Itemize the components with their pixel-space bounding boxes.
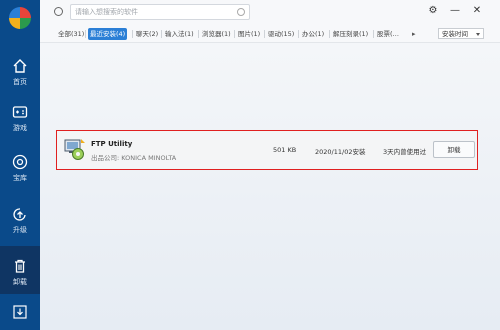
minimize-icon[interactable]: — bbox=[449, 5, 461, 17]
sidebar-item-treasure[interactable]: 宝库 bbox=[0, 146, 40, 190]
download-manager-button[interactable] bbox=[0, 296, 40, 330]
sidebar-item-home[interactable]: 首页 bbox=[0, 50, 40, 94]
title-bar: ⚙ — ✕ bbox=[40, 0, 500, 26]
sort-selected-value: 安装时间 bbox=[442, 30, 468, 38]
gear-icon[interactable]: ⚙ bbox=[427, 5, 439, 17]
tab-divider bbox=[132, 30, 133, 38]
app-usage-status: 3天内曾使用过 bbox=[383, 148, 427, 156]
search-input[interactable] bbox=[75, 5, 225, 19]
tab-divider bbox=[198, 30, 199, 38]
tab-drivers[interactable]: 驱动(15) bbox=[268, 28, 294, 40]
sidebar-item-uninstall[interactable]: 卸载 bbox=[0, 246, 40, 294]
list-item[interactable]: FTP Utility 出品公司: KONICA MINOLTA 501 KB … bbox=[56, 130, 478, 170]
tab-divider bbox=[264, 30, 265, 38]
tab-divider bbox=[329, 30, 330, 38]
gamepad-icon bbox=[12, 106, 28, 118]
sidebar-item-label: 游戏 bbox=[13, 124, 27, 132]
tab-pictures[interactable]: 图片(1) bbox=[238, 28, 260, 40]
app-publisher: 出品公司: KONICA MINOLTA bbox=[91, 154, 177, 162]
chevron-down-icon bbox=[476, 33, 480, 36]
tab-input-method[interactable]: 输入法(1) bbox=[165, 28, 194, 40]
category-tabs: 全部(31) 最近安装(4) 聊天(2) 输入法(1) 浏览器(1) 图片(1)… bbox=[40, 26, 500, 43]
upgrade-icon bbox=[13, 208, 26, 221]
sidebar-item-games[interactable]: 游戏 bbox=[0, 96, 40, 140]
tab-browser[interactable]: 浏览器(1) bbox=[202, 28, 231, 40]
tab-divider bbox=[161, 30, 162, 38]
download-icon bbox=[13, 305, 27, 319]
app-size: 501 KB bbox=[273, 146, 297, 154]
trash-icon bbox=[15, 259, 25, 273]
ftp-utility-app-icon bbox=[64, 139, 85, 160]
chevron-right-icon[interactable]: ▸ bbox=[412, 28, 416, 40]
tab-divider bbox=[373, 30, 374, 38]
tab-all[interactable]: 全部(31) bbox=[58, 28, 84, 40]
sidebar-item-upgrade[interactable]: 升级 bbox=[0, 198, 40, 242]
app-list: FTP Utility 出品公司: KONICA MINOLTA 501 KB … bbox=[40, 43, 500, 330]
main-panel: ⚙ — ✕ 全部(31) 最近安装(4) 聊天(2) 输入法(1) 浏览器(1)… bbox=[40, 0, 500, 330]
tab-recent-installs[interactable]: 最近安装(4) bbox=[88, 28, 128, 40]
treasure-icon bbox=[12, 154, 28, 170]
app-logo-icon[interactable] bbox=[8, 6, 32, 30]
sidebar: 首页 游戏 宝库 升级 卸载 bbox=[0, 0, 40, 330]
tab-stocks[interactable]: 股票(… bbox=[377, 28, 399, 40]
sidebar-item-label: 卸载 bbox=[13, 278, 27, 286]
sort-dropdown[interactable]: 安装时间 bbox=[438, 28, 484, 39]
refresh-icon[interactable] bbox=[54, 7, 63, 16]
uninstall-button[interactable]: 卸载 bbox=[433, 141, 475, 158]
app-name: FTP Utility bbox=[91, 140, 133, 148]
tab-divider bbox=[85, 30, 86, 38]
close-icon[interactable]: ✕ bbox=[471, 5, 483, 17]
sidebar-item-label: 宝库 bbox=[13, 174, 27, 182]
tab-chat[interactable]: 聊天(2) bbox=[136, 28, 158, 40]
tab-divider bbox=[234, 30, 235, 38]
home-icon bbox=[13, 59, 27, 73]
tab-divider bbox=[298, 30, 299, 38]
search-box[interactable] bbox=[70, 4, 250, 20]
tab-archive-burn[interactable]: 解压刻录(1) bbox=[333, 28, 368, 40]
sidebar-item-label: 升级 bbox=[13, 226, 27, 234]
tab-office[interactable]: 办公(1) bbox=[302, 28, 324, 40]
search-icon[interactable] bbox=[237, 8, 245, 16]
app-install-date: 2020/11/02安装 bbox=[315, 148, 366, 156]
sidebar-item-label: 首页 bbox=[13, 78, 27, 86]
